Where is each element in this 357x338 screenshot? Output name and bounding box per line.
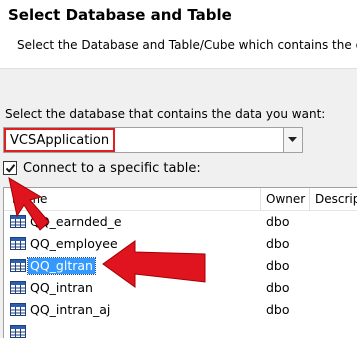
table-name: QQ_intran_aj [30, 302, 111, 317]
column-divider[interactable] [309, 188, 310, 210]
table-icon [10, 237, 26, 250]
column-header-owner[interactable]: Owner [266, 192, 305, 206]
table-name: QQ_intran [30, 280, 93, 295]
table-name: QQ_earnded_e [30, 214, 122, 229]
table-name: QQ_employee [30, 236, 118, 251]
table-owner: dbo [266, 258, 290, 273]
table-row[interactable]: QQ_employee dbo [4, 233, 357, 255]
table-name: QQ_gltran [27, 257, 96, 275]
table-owner: dbo [266, 280, 290, 295]
dropdown-button[interactable] [283, 128, 302, 152]
table-row[interactable] [4, 321, 357, 338]
table-icon [10, 215, 26, 228]
database-selected-value: VCSApplication [4, 128, 116, 152]
database-label: Select the database that contains the da… [5, 107, 326, 121]
table-owner: dbo [266, 302, 290, 317]
database-dropdown[interactable]: VCSApplication [3, 127, 303, 153]
column-header-name[interactable]: Name [12, 192, 47, 206]
table-row[interactable]: QQ_intran_aj dbo [4, 299, 357, 321]
page-subtitle: Select the Database and Table/Cube which… [17, 38, 357, 52]
table-name [28, 324, 32, 338]
table-icon [10, 303, 26, 316]
connect-table-label: Connect to a specific table: [23, 161, 201, 176]
column-header-description[interactable]: Descrip [315, 192, 357, 206]
table-icon [10, 259, 26, 272]
checkmark-icon [5, 164, 16, 173]
page-title: Select Database and Table [8, 6, 232, 24]
table-row[interactable]: QQ_intran dbo [4, 277, 357, 299]
table-row-selected[interactable]: QQ_gltran dbo [4, 255, 357, 277]
connect-table-checkbox[interactable] [3, 161, 17, 175]
table-row[interactable]: QQ_earnded_e dbo [4, 211, 357, 233]
wizard-header: Select Database and Table Select the Dat… [0, 0, 357, 69]
table-icon [10, 325, 26, 338]
column-divider[interactable] [260, 188, 261, 210]
table-icon [10, 281, 26, 294]
table-owner: dbo [266, 236, 290, 251]
chevron-down-icon [288, 137, 297, 142]
table-list[interactable]: Name Owner Descrip QQ_earnded_e dbo QQ_e… [3, 187, 357, 338]
table-list-header: Name Owner Descrip [4, 188, 357, 211]
table-owner: dbo [266, 214, 290, 229]
